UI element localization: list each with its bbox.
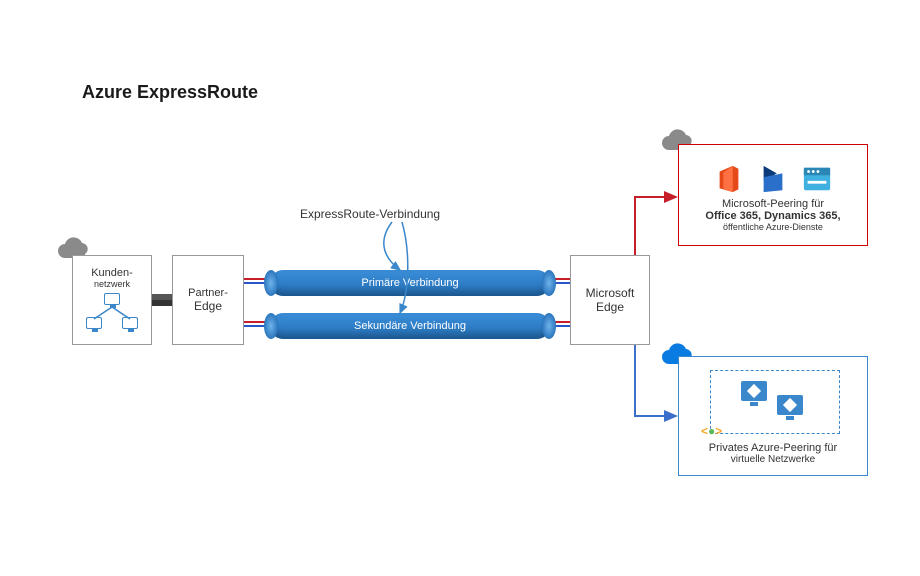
private-peering-line2: virtuelle Netzwerke xyxy=(731,454,815,465)
office-icon xyxy=(714,164,744,194)
secondary-connection-pipe: Sekundäre Verbindung xyxy=(270,313,550,339)
web-icon xyxy=(802,164,832,194)
customer-label2: netzwerk xyxy=(94,279,130,289)
partner-label1: Partner- xyxy=(188,287,228,299)
partner-label2: Edge xyxy=(194,299,222,313)
secondary-connection-label: Sekundäre Verbindung xyxy=(270,313,550,339)
vnet-icon xyxy=(710,370,840,434)
partner-edge-box: Partner- Edge xyxy=(172,255,244,345)
microsoft-edge-box: Microsoft Edge xyxy=(570,255,650,345)
expressroute-caption: ExpressRoute-Verbindung xyxy=(300,207,440,221)
primary-connection-pipe: Primäre Verbindung xyxy=(270,270,550,296)
diagram-title: Azure ExpressRoute xyxy=(82,82,258,103)
msedge-label2: Edge xyxy=(596,300,624,314)
dynamics-icon xyxy=(758,164,788,194)
ms-peering-line1: Microsoft-Peering für xyxy=(722,198,824,210)
microsoft-peering-box: Microsoft-Peering für Office 365, Dynami… xyxy=(678,144,868,246)
ms-peering-line3: öffentliche Azure-Dienste xyxy=(723,222,823,232)
ms-peering-line2: Office 365, Dynamics 365, xyxy=(705,210,840,222)
customer-network-box: Kunden- netzwerk xyxy=(72,255,152,345)
primary-connection-label: Primäre Verbindung xyxy=(270,270,550,296)
msedge-label1: Microsoft xyxy=(586,286,635,300)
customer-label1: Kunden- xyxy=(91,267,133,279)
peering-arrows-icon: <●> xyxy=(701,424,722,438)
private-peering-line1: Privates Azure-Peering für xyxy=(709,442,837,454)
network-topology-icon xyxy=(84,293,140,333)
